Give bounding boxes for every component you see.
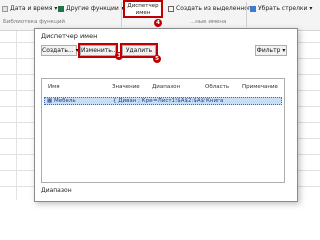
functions-icon <box>58 5 64 12</box>
function-library-label: Библиотека функций <box>3 19 65 25</box>
step-badge-4: 4 <box>154 19 162 27</box>
column-header-value[interactable]: Значение <box>112 84 140 90</box>
table-icon <box>168 5 174 12</box>
delete-button[interactable]: Удалить <box>122 45 156 56</box>
ribbon-separator <box>121 2 122 27</box>
table-row[interactable]: ▦ Мебель { Диван ; Кресло ;... =Лист1!$A… <box>44 97 282 105</box>
range-label: Диапазон <box>41 187 72 194</box>
range-cell: =Лист1!$A$2:$A$9 <box>153 98 205 104</box>
scope-cell: Книга <box>206 98 224 104</box>
name-cell: Мебель <box>54 98 76 104</box>
grid-line <box>16 31 17 200</box>
chevron-down-icon: ▾ <box>282 47 286 54</box>
dialog-title: Диспетчер имен <box>41 32 98 40</box>
ribbon: Дата и время ▾ Другие функции ▾ Библиоте… <box>0 0 320 31</box>
other-functions-button[interactable]: Другие функции ▾ <box>58 3 124 14</box>
date-time-button[interactable]: Дата и время ▾ <box>2 3 57 14</box>
edit-button[interactable]: Изменить... <box>80 45 117 56</box>
value-cell: { Диван ; Кресло ;... <box>113 98 153 104</box>
column-header-name[interactable]: Имя <box>48 84 60 90</box>
remove-arrows-button[interactable]: Убрать стрелки ▾ <box>250 3 312 14</box>
filter-button[interactable]: Фильтр ▾ <box>255 45 287 56</box>
ribbon-separator <box>246 2 247 27</box>
name-manager-dialog: Диспетчер имен Создать... ▾ Изменить... … <box>34 28 298 202</box>
names-table: Имя Значение Диапазон Область Примечание… <box>41 78 285 183</box>
create-button[interactable]: Создать... ▾ <box>41 45 79 56</box>
name-manager-button[interactable]: Диспетчер имен <box>123 0 163 18</box>
step-badge-5: 5 <box>153 55 161 63</box>
arrows-icon <box>250 5 256 12</box>
column-header-range[interactable]: Диапазон <box>152 84 180 90</box>
calendar-icon <box>2 5 8 12</box>
defined-names-label: ...ные имена <box>190 19 227 25</box>
create-from-selection-button[interactable]: Создать из выделенного <box>168 3 255 14</box>
column-header-scope[interactable]: Область <box>205 84 229 90</box>
name-icon: ▦ <box>47 98 53 104</box>
column-header-comment[interactable]: Примечание <box>242 84 278 90</box>
